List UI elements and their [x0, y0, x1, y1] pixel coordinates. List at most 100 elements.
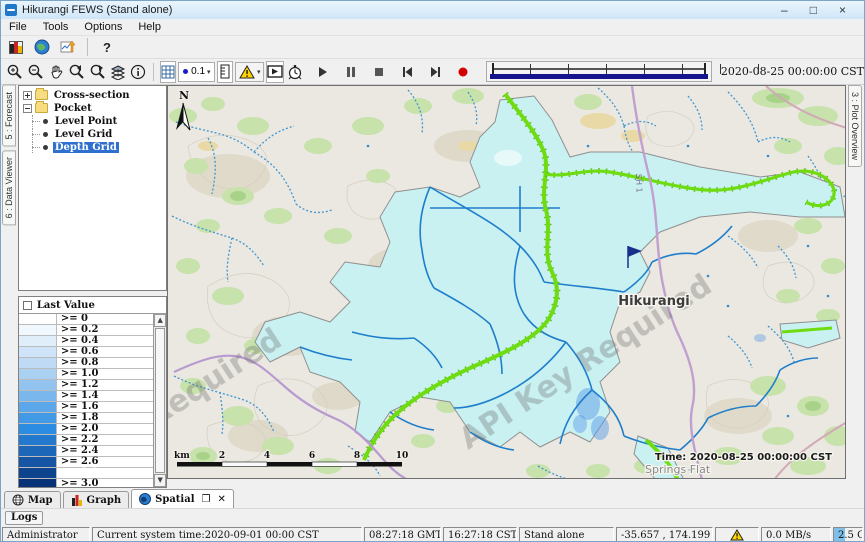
svg-text:N: N [179, 89, 189, 102]
tree-item-pocket[interactable]: Pocket [19, 102, 166, 114]
scale-bar-button[interactable] [217, 61, 233, 83]
legend-color-swatch [19, 347, 57, 357]
svg-text:km: km [174, 451, 190, 461]
map-viewport[interactable]: API Key Required API Key Required N km 2… [167, 85, 846, 479]
legend-color-swatch [19, 479, 57, 487]
zoom-in-icon [6, 63, 23, 80]
current-time-label: 2020-08-25 00:00:00 CST [721, 65, 864, 78]
layer-tree: Cross-section Pocket Level Point Level G… [18, 85, 167, 291]
map-canvas[interactable]: API Key Required API Key Required N km 2… [168, 86, 846, 479]
chevron-down-icon: ▾ [257, 68, 261, 76]
data-explorer-button[interactable] [5, 36, 27, 58]
tab-map[interactable]: Map [4, 491, 61, 508]
svg-text:8: 8 [354, 451, 360, 461]
tab-plot-overview[interactable]: 3 : Plot Overview [848, 85, 862, 167]
help-button[interactable]: ? [96, 36, 118, 58]
minimize-button[interactable]: – [781, 1, 788, 19]
legend-color-swatch [19, 413, 57, 423]
close-tab-icon[interactable]: ✕ [217, 494, 225, 505]
step-forward-button[interactable] [424, 61, 446, 83]
legend-color-swatch [19, 336, 57, 346]
menu-tools[interactable]: Tools [35, 21, 77, 33]
tree-item-level-grid[interactable]: Level Grid [19, 128, 166, 140]
chevron-down-icon: ▾ [207, 68, 211, 76]
spatial-display-button[interactable] [31, 36, 53, 58]
play-button[interactable] [312, 61, 334, 83]
close-button[interactable]: × [839, 1, 846, 19]
timeseries-dialog-button[interactable] [57, 36, 79, 58]
layers-icon [110, 64, 126, 80]
animation-dialog-button[interactable] [266, 61, 284, 83]
record-button[interactable] [452, 61, 474, 83]
scroll-down-icon[interactable]: ▼ [154, 474, 166, 487]
expand-icon[interactable] [23, 91, 32, 100]
stop-button[interactable] [368, 61, 390, 83]
stop-icon [374, 67, 384, 77]
legend-scrollbar[interactable]: ▲ ▼ [153, 314, 166, 487]
legend-row-label: >= 3.0 [57, 479, 99, 487]
logs-tab[interactable]: Logs [5, 511, 43, 525]
pause-button[interactable] [340, 61, 362, 83]
contour-interval-dropdown[interactable]: 0.1 ▾ [178, 62, 214, 82]
tree-item-label-selected: Depth Grid [53, 142, 119, 153]
legend-row-label: >= 0.8 [57, 358, 99, 368]
status-bar: Administrator Current system time:2020-0… [1, 526, 864, 542]
legend-color-swatch [19, 369, 57, 379]
svg-text:4: 4 [264, 451, 270, 461]
grid-display-button[interactable] [160, 61, 176, 83]
tree-item-label: Pocket [52, 103, 94, 114]
tab-spatial-label: Spatial [155, 494, 194, 505]
tree-item-level-point[interactable]: Level Point [19, 115, 166, 127]
pan-button[interactable] [47, 61, 65, 83]
legend-row-label: >= 1.4 [57, 391, 99, 401]
info-button[interactable] [129, 61, 147, 83]
menu-help[interactable]: Help [130, 21, 169, 33]
toolbar-separator [153, 63, 154, 81]
step-back-button[interactable] [396, 61, 418, 83]
tab-data-viewer[interactable]: 6 : Data Viewer [2, 150, 16, 225]
legend-color-swatch [19, 424, 57, 434]
float-tab-icon[interactable]: ❐ [202, 494, 211, 505]
collapse-icon[interactable] [23, 104, 32, 113]
layers-button[interactable] [109, 61, 127, 83]
tab-graph[interactable]: Graph [63, 491, 130, 508]
svg-text:2: 2 [219, 451, 225, 461]
last-value-checkbox[interactable] [23, 301, 32, 310]
zoom-in-button[interactable] [5, 61, 24, 83]
time-slider[interactable] [486, 61, 711, 82]
status-system-time: Current system time:2020-09-01 00:00 CST [92, 527, 362, 542]
tab-forecast[interactable]: 5 : Forecast [2, 85, 16, 147]
tab-spatial[interactable]: Spatial ❐ ✕ [131, 489, 234, 508]
tree-item-depth-grid[interactable]: Depth Grid [19, 141, 166, 153]
zoom-next-icon [89, 63, 106, 80]
zoom-previous-button[interactable] [67, 61, 86, 83]
tree-item-label: Level Point [53, 116, 119, 127]
bar-chart-icon [71, 494, 83, 506]
scroll-up-icon[interactable]: ▲ [154, 314, 166, 327]
legend-color-swatch [19, 435, 57, 445]
legend-row-label: >= 0.6 [57, 347, 99, 357]
legend-row-label: >= 2.8 [57, 468, 99, 478]
warning-icon [730, 529, 744, 541]
pause-icon [346, 67, 356, 77]
menu-options[interactable]: Options [76, 21, 130, 33]
legend-row-label: >= 1.8 [57, 413, 99, 423]
tree-item-cross-section[interactable]: Cross-section [19, 89, 166, 101]
skip-to-start-icon [402, 67, 413, 77]
status-transfer-rate: 0.0 MB/s [761, 527, 831, 542]
time-settings-button[interactable] [286, 61, 304, 83]
main-toolbar: ? [1, 36, 864, 58]
zoom-out-button[interactable] [26, 61, 45, 83]
bullet-icon [43, 145, 48, 150]
boxed-play-icon [267, 65, 283, 78]
maximize-button[interactable]: □ [810, 1, 817, 19]
play-icon [318, 67, 328, 77]
bottom-tab-bar: Map Graph Spatial ❐ ✕ [1, 488, 864, 508]
status-memory: 2.5 GB [833, 527, 863, 542]
last-value-label: Last Value [37, 300, 95, 311]
zoom-next-button[interactable] [88, 61, 107, 83]
warning-filter-dropdown[interactable]: ▾ [235, 62, 265, 82]
menu-file[interactable]: File [1, 21, 35, 33]
scroll-thumb[interactable] [155, 328, 165, 473]
status-warning-cell[interactable] [715, 527, 759, 542]
